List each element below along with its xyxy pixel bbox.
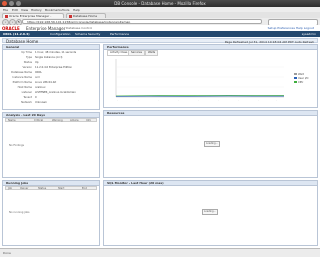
general-row-value: 11.2.0.4.0 Enterprise Edition <box>35 66 73 69</box>
general-row: Host Name oralinux <box>4 86 46 89</box>
running-jobs-panel: Running Jobs Job Owner Status Start End … <box>2 180 100 246</box>
svg-text:.: . <box>198 100 199 102</box>
general-row-value: ORCL <box>35 71 42 74</box>
svg-text:.: . <box>138 100 139 102</box>
svg-text:.: . <box>218 100 219 102</box>
general-row-value: orcl <box>35 76 40 79</box>
general-row-value: oralinux <box>35 86 46 89</box>
col-header[interactable]: Job <box>8 187 12 190</box>
svg-text:.: . <box>178 100 179 102</box>
running-jobs-no-data: No running jobs <box>9 211 30 214</box>
nav-configuration[interactable]: Configuration <box>50 32 70 36</box>
status-text: Done <box>3 251 11 255</box>
legend-swatch <box>294 81 297 83</box>
general-row-value: 0 <box>35 96 37 99</box>
general-row-label: Database Name <box>11 71 32 74</box>
db-control-label: Database Control <box>66 26 93 30</box>
svg-text:.: . <box>158 100 159 102</box>
resources-loading-indicator: Loading... <box>204 141 220 147</box>
general-row-label: Listener <box>21 91 32 94</box>
general-row-value: 1 hour, 48 minutes, 11 seconds <box>35 51 77 54</box>
general-panel: General Up Time 1 hour, 48 minutes, 11 se… <box>2 44 100 110</box>
general-row: Instance Name orcl <box>4 76 40 79</box>
general-row-label: Network <box>21 101 32 104</box>
col-header[interactable]: Owner <box>20 187 28 190</box>
running-jobs-table-header: Job Owner Status Start End <box>5 186 97 190</box>
col-header[interactable]: Start <box>58 187 64 190</box>
general-row: Listener LISTENER_oralinux.localdomain <box>4 91 76 94</box>
nav-performance[interactable]: Performance <box>110 32 129 36</box>
analysis-no-data: No Findings <box>9 144 25 147</box>
col-header[interactable]: Warning <box>52 119 63 122</box>
general-row-value: Single Instance (orcl) <box>35 56 63 59</box>
general-row-label: Platform Name <box>12 81 32 84</box>
general-row: Type Single Instance (orcl) <box>4 56 62 59</box>
address-bar[interactable]: https://192.168.56.101:1158/em/console/d… <box>22 19 262 24</box>
resources-panel: Resources Loading... <box>103 110 318 178</box>
resources-panel-title: Resources <box>104 111 317 116</box>
header-links[interactable]: Setup Preferences Help Logout <box>268 26 314 30</box>
nav-security[interactable]: Security <box>88 32 100 36</box>
window-titlebar: DB Console - Database Home - Mozilla Fir… <box>0 0 320 7</box>
col-header[interactable]: Advice <box>70 119 79 122</box>
tab-services[interactable]: Services <box>128 50 145 56</box>
performance-panel: Performance Activity Class Services Wait… <box>103 44 318 108</box>
page-header: Database Home Page Refreshed Jul 31, 201… <box>2 38 318 44</box>
legend-swatch <box>294 73 297 75</box>
general-panel-title: General <box>3 45 99 50</box>
col-header[interactable]: Status <box>38 187 46 190</box>
svg-text:.: . <box>117 100 118 102</box>
col-header[interactable]: Critical <box>34 119 43 122</box>
col-header[interactable]: Info <box>86 119 91 122</box>
general-row: Tenant 0 <box>4 96 37 99</box>
nav-schema[interactable]: Schema <box>75 32 87 36</box>
general-row-label: Tenant <box>23 96 32 99</box>
legend-swatch <box>294 77 297 79</box>
general-row: Network Unknown <box>4 101 47 104</box>
general-row: Platform Name Linux x86 64-bit <box>4 81 57 84</box>
legend-item: CPU <box>294 81 303 84</box>
svg-text:.: . <box>276 100 277 102</box>
legend-item: User I/O <box>294 77 308 80</box>
sql-monitor-panel: SQL Monitor - Last Hour (20 max) Loading… <box>103 180 318 246</box>
sql-monitor-title: SQL Monitor - Last Hour (20 max) <box>104 181 317 186</box>
tab-activity-class[interactable]: Activity Class <box>107 50 131 56</box>
general-row-value: LISTENER_oralinux.localdomain <box>35 91 76 94</box>
general-row-value: Up <box>35 61 39 64</box>
general-row: Status Up <box>4 61 39 64</box>
general-row-label: Instance Name <box>12 76 32 79</box>
general-row-label: Up Time <box>21 51 32 54</box>
col-header[interactable]: End <box>82 187 87 190</box>
legend-item: Wait <box>294 73 304 76</box>
general-row-value: Linux x86 64-bit <box>35 81 57 84</box>
general-row: Version 11.2.0.4.0 Enterprise Edition <box>4 66 72 69</box>
tab-waits[interactable]: Waits <box>145 50 159 56</box>
db-instance-menu[interactable]: ORCL (11.2.0.4) <box>3 32 30 36</box>
svg-text:.: . <box>238 100 239 102</box>
col-header[interactable]: Name <box>8 119 16 122</box>
activity-chart: ......... <box>115 59 285 102</box>
user-menu[interactable]: sysadmin <box>302 32 316 36</box>
general-row: Up Time 1 hour, 48 minutes, 11 seconds <box>4 51 76 54</box>
general-row-label: Host Name <box>17 86 32 89</box>
sql-monitor-loading-indicator: Loading... <box>202 209 218 215</box>
general-row: Database Name ORCL <box>4 71 42 74</box>
svg-text:.: . <box>258 100 259 102</box>
general-row-value: Unknown <box>35 101 48 104</box>
analysis-panel: Analysis - Last 20 Days Name Critical Wa… <box>2 112 100 178</box>
general-row-label: Version <box>22 66 32 69</box>
window-title: DB Console - Database Home - Mozilla Fir… <box>114 1 206 6</box>
analysis-table-header: Name Critical Warning Advice Info <box>5 118 97 122</box>
general-row-label: Type <box>26 56 32 59</box>
general-row-label: Status <box>23 61 32 64</box>
